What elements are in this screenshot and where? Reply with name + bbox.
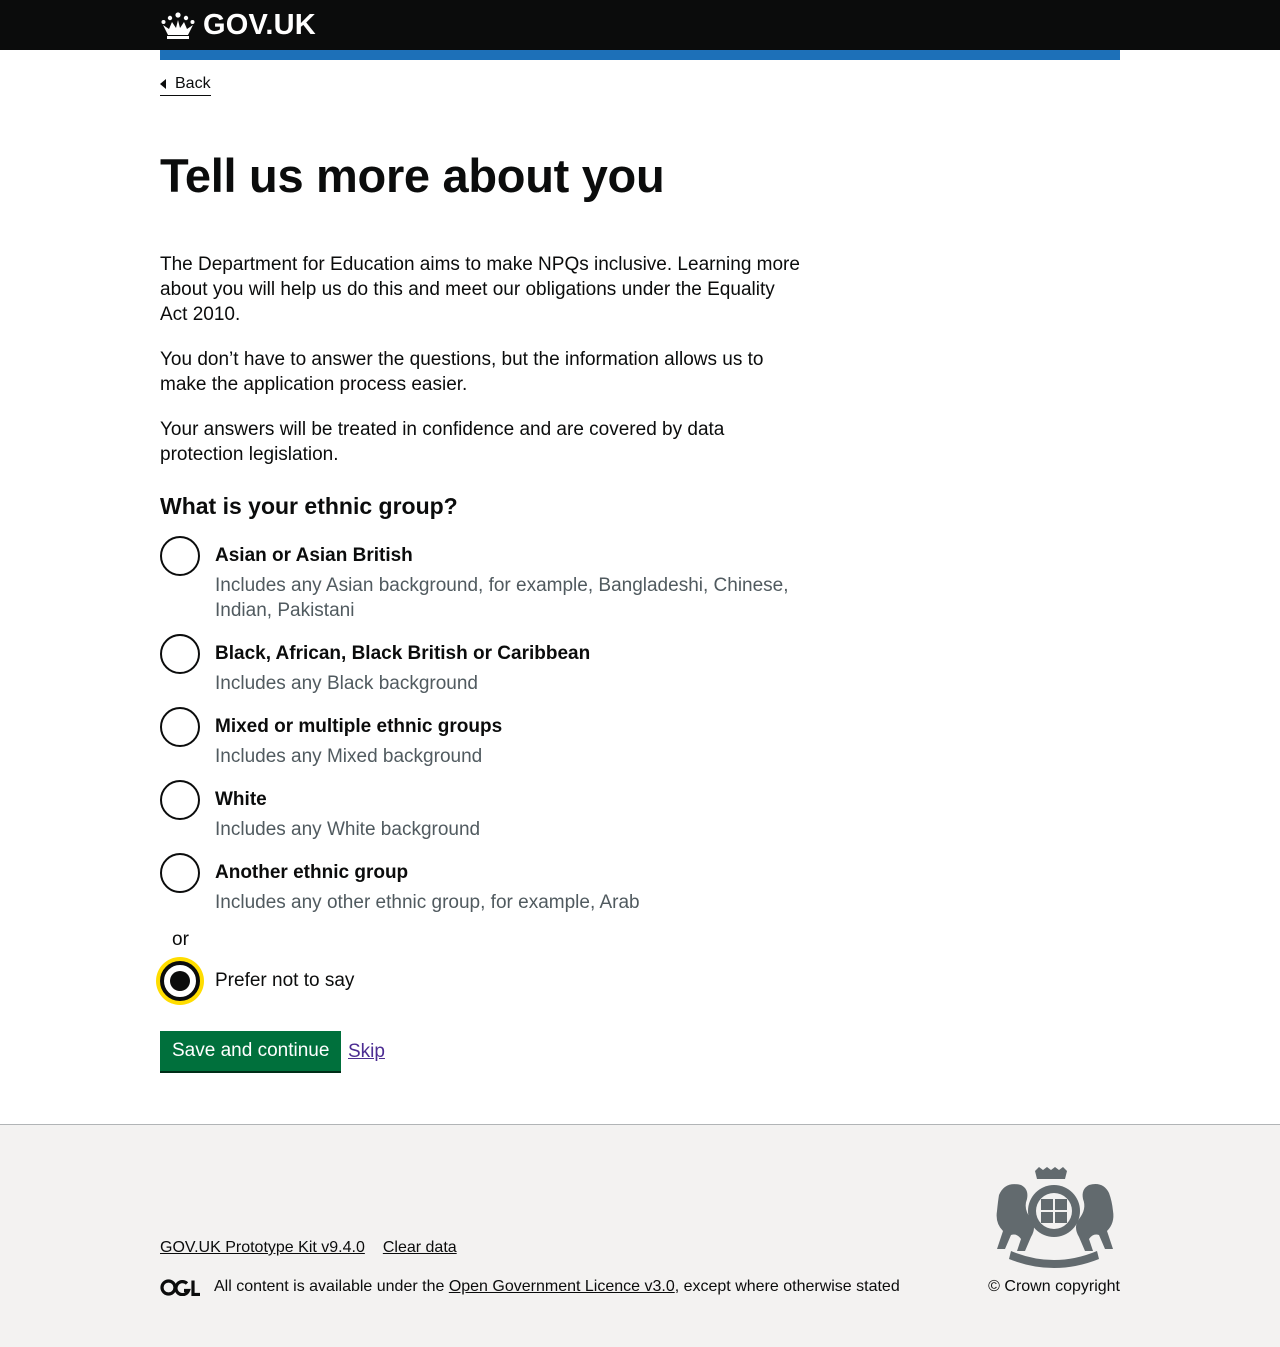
licence-suffix: , except where otherwise stated (674, 1278, 900, 1295)
radio-hint: Includes any other ethnic group, for exa… (215, 892, 640, 913)
radio-label[interactable]: Another ethnic group (215, 860, 800, 885)
radio-hint: Includes any White background (215, 819, 481, 840)
radio-option-prefer-not-to-say[interactable]: Prefer not to say (160, 961, 800, 1001)
site-footer: GOV.UK Prototype Kit v9.4.0 Clear data A… (0, 1124, 1280, 1347)
radio-option-another[interactable]: Another ethnic group Includes any other … (160, 853, 800, 915)
radio-button[interactable] (160, 853, 200, 893)
confidentiality-paragraph: Your answers will be treated in confiden… (160, 419, 725, 465)
radio-text: Another ethnic group Includes any other … (215, 853, 800, 915)
header-accent-bar (160, 50, 1120, 60)
radio-button-selected[interactable] (160, 961, 200, 1001)
royal-coat-of-arms-icon (996, 1167, 1114, 1268)
radio-label[interactable]: Mixed or multiple ethnic groups (215, 714, 800, 739)
radio-option-mixed[interactable]: Mixed or multiple ethnic groups Includes… (160, 707, 800, 769)
radio-option-white[interactable]: White Includes any White background (160, 780, 800, 842)
site-header: GOV.UK (0, 0, 1280, 50)
radio-hint: Includes any Black background (215, 673, 478, 694)
radio-option-asian[interactable]: Asian or Asian British Includes any Asia… (160, 536, 800, 623)
chevron-left-icon (160, 79, 166, 89)
radio-hint: Includes any Mixed background (215, 746, 483, 767)
radio-button[interactable] (160, 707, 200, 747)
footer-links: GOV.UK Prototype Kit v9.4.0 Clear data (160, 1238, 457, 1258)
back-link-label: Back (175, 75, 211, 92)
radio-text: Mixed or multiple ethnic groups Includes… (215, 707, 800, 769)
logo-text: GOV.UK (203, 9, 316, 41)
ogl-logo-icon (160, 1278, 200, 1296)
govuk-logo-link[interactable]: GOV.UK (160, 9, 316, 41)
radio-text: Asian or Asian British Includes any Asia… (215, 536, 800, 623)
radio-hint: Includes any Asian background, for examp… (215, 575, 789, 621)
radio-label[interactable]: Black, African, Black British or Caribbe… (215, 641, 800, 666)
page-title: Tell us more about you (160, 149, 665, 202)
prototype-kit-link[interactable]: GOV.UK Prototype Kit v9.4.0 (160, 1238, 365, 1258)
optional-paragraph: You don’t have to answer the questions, … (160, 349, 764, 395)
licence-prefix: All content is available under the (214, 1278, 449, 1295)
ogl-licence-link[interactable]: Open Government Licence v3.0 (449, 1277, 675, 1297)
radio-button[interactable] (160, 634, 200, 674)
intro-paragraph: The Department for Education aims to mak… (160, 254, 800, 325)
skip-link[interactable]: Skip (348, 1039, 385, 1064)
licence-statement: All content is available under the Open … (160, 1277, 900, 1297)
crown-copyright-link[interactable]: © Crown copyright (988, 1277, 1120, 1297)
radio-label[interactable]: White (215, 787, 800, 812)
radio-divider: or (172, 929, 189, 950)
radio-label[interactable]: Prefer not to say (215, 968, 800, 993)
clear-data-link[interactable]: Clear data (383, 1238, 457, 1258)
radio-label[interactable]: Asian or Asian British (215, 543, 800, 568)
radio-text: Prefer not to say (215, 961, 800, 993)
save-and-continue-button[interactable]: Save and continue (160, 1031, 342, 1071)
radio-button[interactable] (160, 780, 200, 820)
radio-text: White Includes any White background (215, 780, 800, 842)
radio-text: Black, African, Black British or Caribbe… (215, 634, 800, 696)
crown-icon (161, 12, 195, 39)
radio-option-black[interactable]: Black, African, Black British or Caribbe… (160, 634, 800, 696)
question-legend: What is your ethnic group? (160, 493, 458, 519)
back-link[interactable]: Back (160, 74, 211, 96)
radio-button[interactable] (160, 536, 200, 576)
